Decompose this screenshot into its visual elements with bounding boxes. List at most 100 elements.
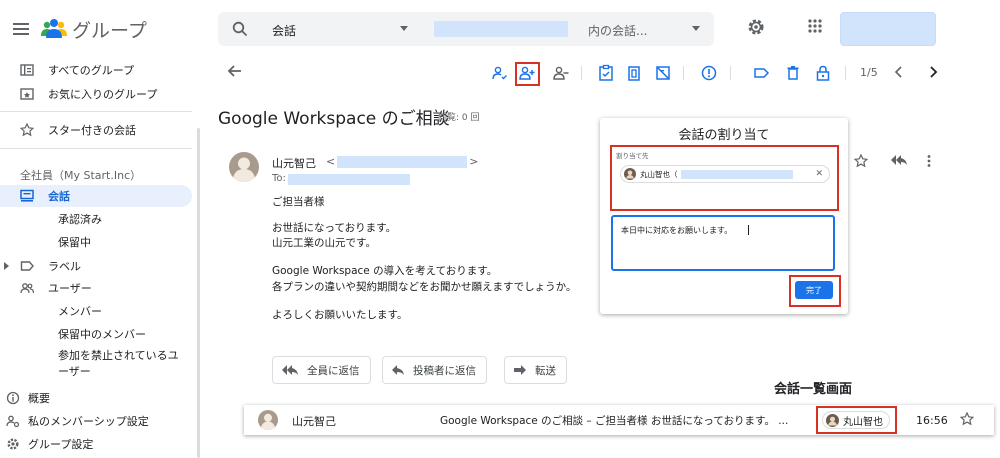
sidebar: すべてのグループ お気に入りのグループ スター付きの会話 全社員（My Star… bbox=[0, 56, 200, 458]
dialog-title: 会話の割り当て bbox=[678, 128, 770, 143]
conversation-list-row[interactable]: 山元智己 Google Workspace のご相談 – ご担当者様 お世話にな… bbox=[244, 405, 994, 435]
avatar bbox=[624, 168, 636, 180]
chevron-left-icon[interactable] bbox=[892, 65, 906, 79]
reply-all-icon bbox=[282, 365, 298, 375]
redacted-group-name bbox=[434, 21, 568, 37]
toolbar-divider bbox=[730, 66, 731, 80]
sidebar-item-label: 承認済み bbox=[58, 213, 102, 226]
sidebar-item-all-groups[interactable]: すべてのグループ bbox=[0, 59, 192, 81]
message-body-line: お世話になっております。 bbox=[272, 222, 397, 234]
unassign-icon[interactable] bbox=[552, 64, 570, 82]
sidebar-item-label: 概要 bbox=[28, 392, 50, 405]
note-text: 本日中に対応をお願いします。 bbox=[621, 226, 733, 235]
sidebar-item-pending[interactable]: 保留中 bbox=[0, 231, 192, 253]
sender-email: < > bbox=[326, 155, 478, 168]
divider bbox=[0, 111, 192, 112]
assignee-name: 丸山智也（ bbox=[640, 169, 678, 179]
apps-grid-icon[interactable] bbox=[806, 17, 824, 35]
duplicate-icon[interactable] bbox=[625, 64, 643, 82]
note-input[interactable]: 本日中に対応をお願いします。 bbox=[611, 215, 835, 271]
star-icon[interactable] bbox=[960, 412, 974, 426]
assign-dialog: 会話の割り当て 割り当て先 丸山智也（ ✕ 本日中に対応をお願いします。 完了 bbox=[600, 118, 848, 314]
sender-name[interactable]: 山元智己 bbox=[272, 155, 316, 171]
divider bbox=[0, 148, 192, 149]
sidebar-item-label: お気に入りのグループ bbox=[48, 88, 158, 101]
conversation-title: Google Workspace のご相談 bbox=[218, 109, 450, 129]
assignee-chip[interactable]: 丸山智也（ ✕ bbox=[620, 165, 830, 183]
assignee-field[interactable]: 割り当て先 丸山智也（ ✕ bbox=[610, 145, 839, 211]
sidebar-item-members[interactable]: メンバー bbox=[0, 300, 192, 322]
more-vert-icon[interactable] bbox=[926, 154, 932, 168]
all-groups-icon bbox=[20, 63, 34, 77]
chevron-down-icon[interactable] bbox=[400, 26, 408, 31]
label-icon[interactable] bbox=[752, 64, 770, 82]
report-icon[interactable] bbox=[700, 64, 718, 82]
sidebar-item-conversations[interactable]: 会話 bbox=[0, 185, 192, 207]
avatar bbox=[258, 410, 278, 430]
sidebar-item-membership-settings[interactable]: 私のメンバーシップ設定 bbox=[0, 410, 192, 432]
sidebar-item-label: ラベル bbox=[48, 260, 81, 273]
account-avatar[interactable] bbox=[840, 12, 936, 46]
chevron-right-icon[interactable] bbox=[926, 65, 940, 79]
search-input[interactable]: 内の会話... bbox=[588, 22, 647, 39]
sidebar-item-pending-members[interactable]: 保留中のメンバー bbox=[0, 323, 192, 345]
assign-to-me-icon[interactable] bbox=[490, 64, 508, 82]
row-sender: 山元智己 bbox=[292, 415, 336, 428]
sidebar-item-about[interactable]: 概要 bbox=[0, 387, 192, 409]
reply-icon bbox=[392, 365, 404, 375]
forward-button[interactable]: 転送 bbox=[504, 356, 567, 384]
redacted-recipient bbox=[288, 174, 410, 185]
sidebar-item-label: 参加を禁止されているユ bbox=[58, 349, 179, 362]
chevron-right-icon[interactable] bbox=[4, 262, 9, 270]
reply-all-button[interactable]: 全員に返信 bbox=[272, 356, 371, 384]
info-icon bbox=[6, 391, 20, 405]
assignee-label: 割り当て先 bbox=[616, 152, 649, 160]
groups-logo-icon bbox=[40, 14, 68, 42]
assign-conversation-icon[interactable] bbox=[518, 64, 536, 82]
membership-icon bbox=[6, 414, 20, 428]
sidebar-item-favorite-groups[interactable]: お気に入りのグループ bbox=[0, 83, 192, 105]
sidebar-item-label: 会話 bbox=[48, 190, 70, 203]
sidebar-item-approved[interactable]: 承認済み bbox=[0, 208, 192, 230]
sidebar-item-people[interactable]: ユーザー bbox=[0, 277, 192, 299]
close-icon[interactable]: ✕ bbox=[815, 169, 823, 179]
message-body-line: Google Workspace の導入を考えております。 bbox=[272, 265, 498, 277]
star-icon bbox=[20, 123, 34, 137]
text-cursor bbox=[748, 225, 749, 235]
search-scope-select[interactable]: 会話 bbox=[272, 22, 296, 39]
star-icon[interactable] bbox=[854, 154, 868, 168]
group-name[interactable]: 全社員（My Start.Inc） bbox=[20, 167, 141, 183]
delete-icon[interactable] bbox=[784, 64, 802, 82]
search-icon[interactable] bbox=[232, 21, 248, 37]
toolbar-divider bbox=[683, 66, 684, 80]
avatar bbox=[826, 413, 839, 427]
toolbar-divider bbox=[845, 66, 846, 80]
mark-complete-icon[interactable] bbox=[597, 64, 615, 82]
gear-icon[interactable] bbox=[746, 17, 766, 37]
row-assignee-chip[interactable]: 丸山智也 bbox=[822, 411, 890, 429]
reply-to-author-button[interactable]: 投稿者に返信 bbox=[382, 356, 487, 384]
sidebar-scrollbar[interactable] bbox=[197, 128, 200, 458]
sidebar-item-label: グループ設定 bbox=[28, 438, 94, 451]
sidebar-item-labels[interactable]: ラベル bbox=[0, 255, 192, 277]
no-action-needed-icon[interactable] bbox=[654, 64, 672, 82]
people-icon bbox=[20, 281, 34, 295]
main-menu-icon[interactable] bbox=[10, 18, 32, 40]
sidebar-item-starred[interactable]: スター付きの会話 bbox=[0, 119, 192, 141]
done-button[interactable]: 完了 bbox=[795, 281, 833, 299]
search-bar[interactable]: 会話 内の会話... bbox=[218, 12, 714, 46]
conversations-icon bbox=[20, 189, 34, 203]
message-body-line: よろしくお願いいたします。 bbox=[272, 309, 408, 321]
lock-icon[interactable] bbox=[814, 64, 832, 82]
message-body-line: 山元工業の山元です。 bbox=[272, 237, 376, 249]
toolbar-divider bbox=[581, 66, 582, 80]
chevron-down-icon[interactable] bbox=[692, 26, 700, 31]
sidebar-item-group-settings[interactable]: グループ設定 bbox=[0, 433, 192, 455]
avatar[interactable] bbox=[229, 152, 259, 182]
reply-all-icon[interactable] bbox=[890, 154, 908, 166]
sidebar-item-label: ーザー bbox=[58, 365, 91, 378]
sidebar-item-label: スター付きの会話 bbox=[48, 124, 136, 137]
sidebar-item-banned-users-cont[interactable]: ーザー bbox=[0, 362, 192, 380]
back-arrow-icon[interactable] bbox=[226, 62, 244, 80]
row-timestamp: 16:56 bbox=[916, 414, 948, 427]
